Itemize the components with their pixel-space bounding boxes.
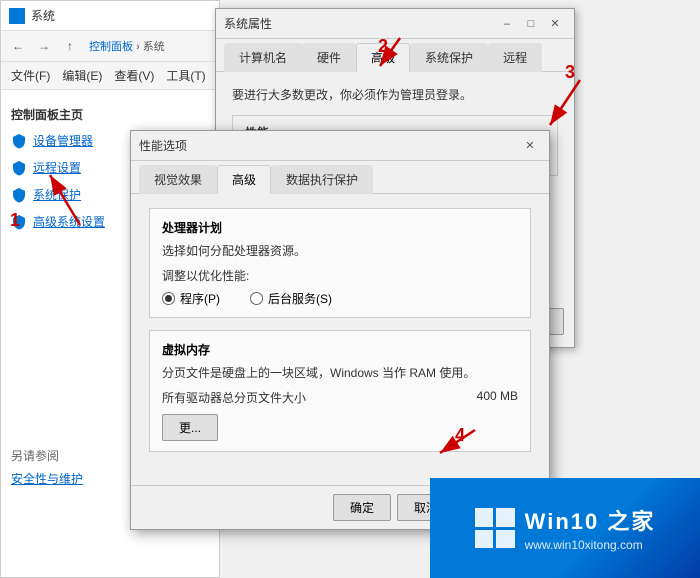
menu-tools[interactable]: 工具(T) bbox=[162, 65, 209, 86]
virt-total-value: 400 MB bbox=[477, 389, 518, 406]
menu-file[interactable]: 文件(F) bbox=[7, 65, 54, 86]
nav-bar: ← → ↑ 控制面板 › 系统 bbox=[1, 31, 219, 62]
menu-bar: 文件(F) 编辑(E) 查看(V) 工具(T) bbox=[1, 62, 219, 90]
perf-tab-dep[interactable]: 数据执行保护 bbox=[271, 165, 373, 194]
win10-watermark: Win10 之家 www.win10xitong.com bbox=[430, 478, 700, 578]
virt-total-label: 所有驱动器总分页文件大小 bbox=[162, 389, 306, 406]
sysprop-titlebar: 系统属性 – □ ✕ bbox=[216, 9, 574, 39]
sidebar-item-label-advanced: 高级系统设置 bbox=[33, 213, 105, 230]
system-title: 系统 bbox=[31, 7, 55, 24]
sidebar-main-title: 控制面板主页 bbox=[1, 98, 219, 127]
sidebar-item-label-remote: 远程设置 bbox=[33, 159, 81, 176]
system-titlebar: 系统 bbox=[1, 1, 219, 31]
window-controls: – □ ✕ bbox=[496, 16, 566, 32]
sidebar-item-label-protection: 系统保护 bbox=[33, 186, 81, 203]
tab-advanced[interactable]: 高级 bbox=[356, 43, 410, 72]
perf-window-controls: ✕ bbox=[519, 138, 541, 154]
proc-desc: 选择如何分配处理器资源。 bbox=[162, 242, 518, 259]
menu-view[interactable]: 查看(V) bbox=[110, 65, 158, 86]
close-btn[interactable]: ✕ bbox=[544, 16, 566, 32]
win10-icon bbox=[475, 508, 515, 548]
up-btn[interactable]: ↑ bbox=[59, 35, 81, 57]
perf-content: 处理器计划 选择如何分配处理器资源。 调整以优化性能: 程序(P) 后台服务(S… bbox=[131, 194, 549, 466]
virt-desc: 分页文件是硬盘上的一块区域，Windows 当作 RAM 使用。 bbox=[162, 364, 518, 381]
shield-icon-devices bbox=[11, 133, 27, 149]
tab-sysprotection[interactable]: 系统保护 bbox=[410, 43, 488, 72]
admin-note: 要进行大多数更改，你必须作为管理员登录。 bbox=[232, 86, 558, 105]
virt-change-btn[interactable]: 更... bbox=[162, 414, 218, 441]
perf-title: 性能选项 bbox=[139, 137, 187, 154]
perf-titlebar: 性能选项 ✕ bbox=[131, 131, 549, 161]
win10-square-2 bbox=[496, 508, 515, 527]
win10-main-text: Win10 之家 bbox=[525, 504, 656, 536]
back-btn[interactable]: ← bbox=[7, 35, 29, 57]
win10-square-4 bbox=[496, 530, 515, 549]
shield-icon-advanced bbox=[11, 214, 27, 230]
perf-tab-advanced[interactable]: 高级 bbox=[217, 165, 271, 194]
maximize-btn[interactable]: □ bbox=[520, 16, 542, 32]
sysprop-title: 系统属性 bbox=[224, 15, 272, 32]
perf-tab-visual[interactable]: 视觉效果 bbox=[139, 165, 217, 194]
win10-subtitle: www.win10xitong.com bbox=[525, 538, 656, 552]
proc-title: 处理器计划 bbox=[162, 219, 518, 236]
tab-hardware[interactable]: 硬件 bbox=[302, 43, 356, 72]
tab-computername[interactable]: 计算机名 bbox=[224, 43, 302, 72]
radio-group: 程序(P) 后台服务(S) bbox=[162, 290, 518, 307]
forward-btn[interactable]: → bbox=[33, 35, 55, 57]
win10-square-3 bbox=[475, 530, 494, 549]
sidebar-item-label-devices: 设备管理器 bbox=[33, 132, 93, 149]
virt-title: 虚拟内存 bbox=[162, 341, 518, 358]
shield-icon-protection bbox=[11, 187, 27, 203]
radio-background-label: 后台服务(S) bbox=[268, 290, 332, 307]
win10-logo: Win10 之家 www.win10xitong.com bbox=[475, 504, 656, 552]
perf-tab-bar: 视觉效果 高级 数据执行保护 bbox=[131, 161, 549, 194]
virtual-mem-section: 虚拟内存 分页文件是硬盘上的一块区域，Windows 当作 RAM 使用。 所有… bbox=[149, 330, 531, 452]
radio-background-circle bbox=[250, 292, 263, 305]
perf-close-btn[interactable]: ✕ bbox=[519, 138, 541, 154]
tab-remote[interactable]: 远程 bbox=[488, 43, 542, 72]
processor-section: 处理器计划 选择如何分配处理器资源。 调整以优化性能: 程序(P) 后台服务(S… bbox=[149, 208, 531, 318]
proc-adjust: 调整以优化性能: bbox=[162, 267, 518, 284]
ok-btn[interactable]: 确定 bbox=[333, 494, 391, 521]
radio-program[interactable]: 程序(P) bbox=[162, 290, 220, 307]
radio-background[interactable]: 后台服务(S) bbox=[250, 290, 332, 307]
win10-square-1 bbox=[475, 508, 494, 527]
breadcrumb: 控制面板 › 系统 bbox=[89, 38, 165, 54]
menu-edit[interactable]: 编辑(E) bbox=[58, 65, 106, 86]
sysprop-tab-bar: 计算机名 硬件 高级 系统保护 远程 bbox=[216, 39, 574, 72]
perf-dialog: 性能选项 ✕ 视觉效果 高级 数据执行保护 处理器计划 选择如何分配处理器资源。… bbox=[130, 130, 550, 530]
minimize-btn[interactable]: – bbox=[496, 16, 518, 32]
system-icon bbox=[9, 8, 25, 24]
virt-total-row: 所有驱动器总分页文件大小 400 MB bbox=[162, 389, 518, 406]
radio-program-circle bbox=[162, 292, 175, 305]
radio-program-label: 程序(P) bbox=[180, 290, 220, 307]
win10-text-block: Win10 之家 www.win10xitong.com bbox=[525, 504, 656, 552]
shield-icon-remote bbox=[11, 160, 27, 176]
